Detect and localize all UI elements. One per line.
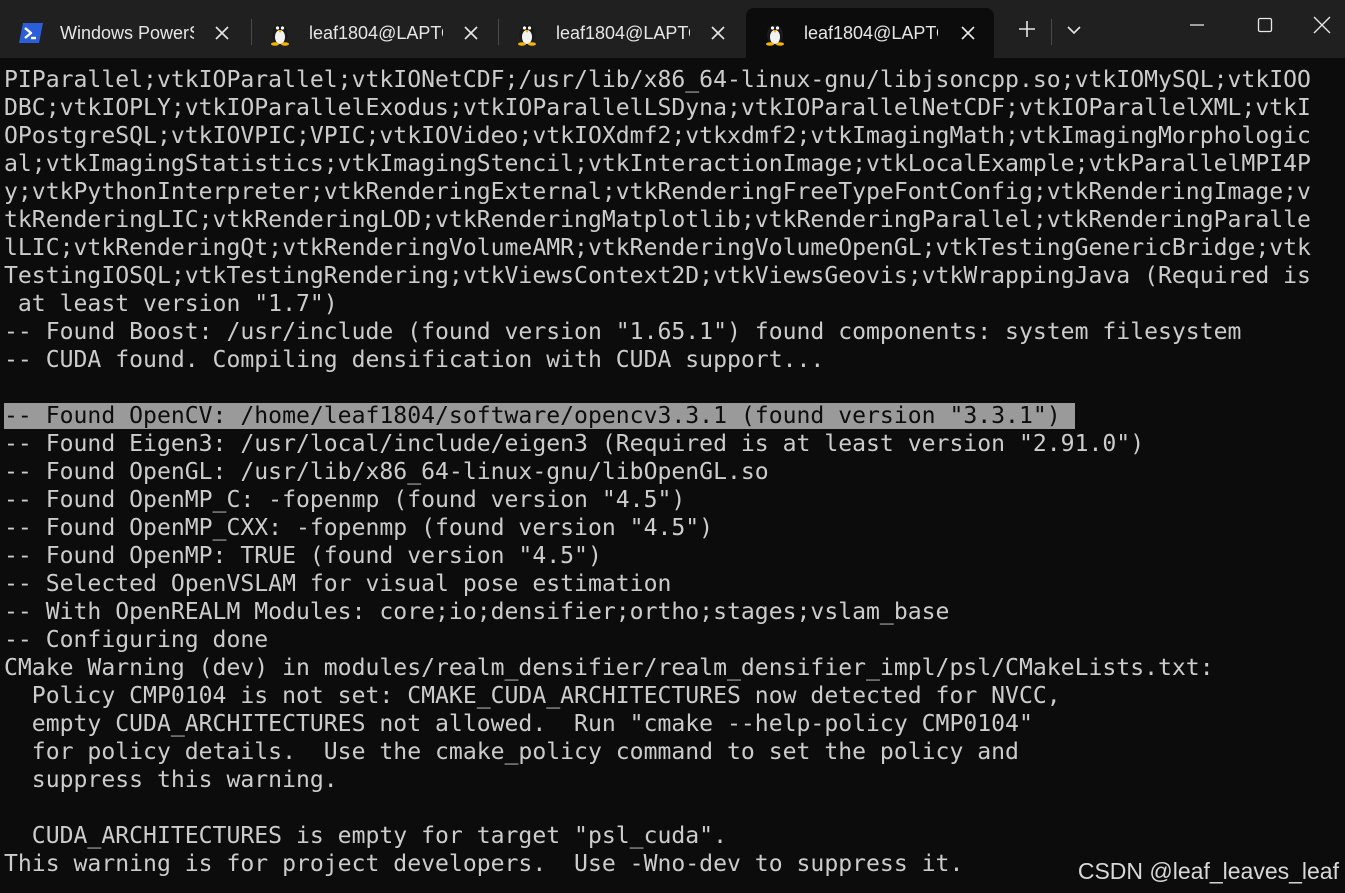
terminal-line: al;vtkImagingStatistics;vtkImagingStenci…: [4, 151, 1311, 177]
terminal-line: CUDA_ARCHITECTURES is empty for target "…: [4, 823, 727, 849]
close-tab-icon[interactable]: [956, 21, 980, 45]
linux-penguin-icon: [762, 20, 788, 46]
linux-penguin-icon: [514, 20, 540, 46]
close-tab-icon[interactable]: [706, 21, 730, 45]
close-tab-icon[interactable]: [459, 21, 483, 45]
terminal-line: -- Found OpenGL: /usr/lib/x86_64-linux-g…: [4, 459, 769, 485]
terminal-line: -- Found OpenMP: TRUE (found version "4.…: [4, 543, 602, 569]
terminal-line: lLIC;vtkRenderingQt;vtkRenderingVolumeAM…: [4, 235, 1311, 261]
terminal-line: -- Selected OpenVSLAM for visual pose es…: [4, 571, 672, 597]
linux-penguin-icon: [267, 20, 293, 46]
close-tab-icon[interactable]: [210, 21, 234, 45]
terminal-window: Windows PowerShell leaf1804@LAPTOP: [0, 0, 1345, 893]
maximize-icon: [1257, 17, 1273, 38]
terminal-line: at least version "1.7"): [4, 291, 338, 317]
terminal-line: DBC;vtkIOPLY;vtkIOParallelExodus;vtkIOPa…: [4, 95, 1311, 121]
maximize-button[interactable]: [1231, 0, 1299, 54]
minimize-icon: [1189, 17, 1205, 38]
terminal-line: empty CUDA_ARCHITECTURES not allowed. Ru…: [4, 711, 1033, 737]
terminal-line: Policy CMP0104 is not set: CMAKE_CUDA_AR…: [4, 683, 1061, 709]
new-tab-button[interactable]: [1004, 8, 1050, 54]
terminal-line: CMake Warning (dev) in modules/realm_den…: [4, 655, 1214, 681]
terminal-line: -- Found OpenMP_C: -fopenmp (found versi…: [4, 487, 686, 513]
powershell-icon: [18, 20, 44, 46]
terminal-line: y;vtkPythonInterpreter;vtkRenderingExter…: [4, 179, 1311, 205]
terminal-line: tkRenderingLIC;vtkRenderingLOD;vtkRender…: [4, 207, 1311, 233]
terminal-line: -- CUDA found. Compiling densification w…: [4, 347, 825, 373]
toolbar-divider: [1051, 19, 1052, 45]
tab-dropdown-button[interactable]: [1054, 8, 1094, 54]
terminal-line: -- With OpenREALM Modules: core;io;densi…: [4, 599, 950, 625]
title-bar: Windows PowerShell leaf1804@LAPTOP: [0, 0, 1345, 58]
close-icon: [1313, 16, 1331, 39]
terminal-line: for policy details. Use the cmake_policy…: [4, 739, 1019, 765]
watermark: CSDN @leaf_leaves_leaf: [1077, 858, 1339, 884]
terminal-output[interactable]: PIParallel;vtkIOParallel;vtkIONetCDF;/us…: [4, 66, 1342, 893]
tab-title: leaf1804@LAPTOP: [309, 23, 443, 43]
terminal-line: TestingIOSQL;vtkTestingRendering;vtkView…: [4, 263, 1311, 289]
tab-title: leaf1804@LAPTOP: [556, 23, 690, 43]
terminal-line: -- Configuring done: [4, 627, 269, 653]
terminal-line: OPostgreSQL;vtkIOVPIC;VPIC;vtkIOVideo;vt…: [4, 123, 1311, 149]
terminal-line: PIParallel;vtkIOParallel;vtkIONetCDF;/us…: [4, 67, 1311, 93]
selection-highlight: -- Found OpenCV: /home/leaf1804/software…: [4, 403, 1075, 429]
minimize-button[interactable]: [1163, 0, 1231, 54]
tab-title: Windows PowerShell: [60, 23, 194, 43]
terminal-line: suppress this warning.: [4, 767, 338, 793]
terminal-line-selected: -- Found OpenCV: /home/leaf1804/software…: [4, 402, 1342, 430]
chevron-down-icon: [1067, 22, 1081, 40]
tab-windows-powershell[interactable]: Windows PowerShell: [2, 8, 248, 58]
tab-linux-1[interactable]: leaf1804@LAPTOP: [251, 8, 497, 58]
tab-linux-3-active[interactable]: leaf1804@LAPTOP: [746, 8, 994, 58]
terminal-line: -- Found OpenMP_CXX: -fopenmp (found ver…: [4, 515, 714, 541]
close-window-button[interactable]: [1299, 0, 1345, 54]
tab-title: leaf1804@LAPTOP: [804, 23, 938, 43]
terminal-line: -- Found Eigen3: /usr/local/include/eige…: [4, 431, 1145, 457]
tab-linux-2[interactable]: leaf1804@LAPTOP: [498, 8, 744, 58]
plus-icon: [1018, 20, 1036, 43]
terminal-line: -- Found Boost: /usr/include (found vers…: [4, 319, 1242, 345]
